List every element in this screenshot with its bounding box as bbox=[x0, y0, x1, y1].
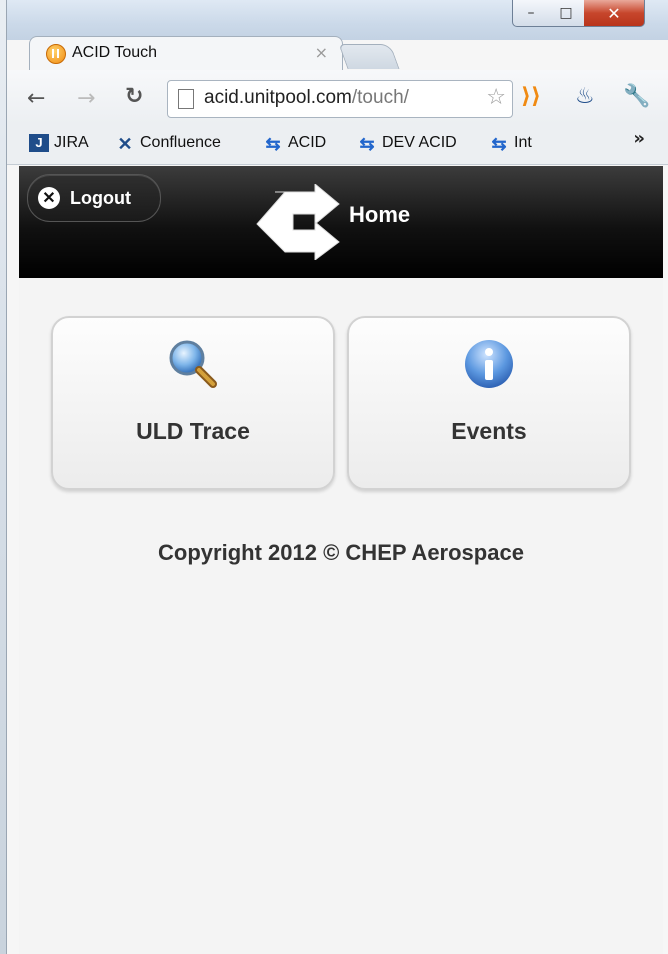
bookmarks-bar bbox=[7, 124, 668, 165]
bookmark-label: Int bbox=[514, 134, 532, 151]
close-icon: ✕ bbox=[607, 3, 621, 23]
browser-window: – □ ✕ ACID Touch × ← → ↻ acid.unitpool.c… bbox=[6, 0, 668, 954]
bookmark-acid[interactable]: ⇆ ACID bbox=[263, 132, 326, 154]
logout-label: Logout bbox=[70, 187, 131, 208]
copyright-text: Copyright 2012 © CHEP Aerospace bbox=[158, 540, 524, 565]
bookmark-label: Confluence bbox=[140, 134, 221, 151]
close-window-button[interactable]: ✕ bbox=[584, 0, 645, 27]
bookmark-confluence[interactable]: ✕ Confluence bbox=[115, 132, 221, 154]
minimize-icon: – bbox=[527, 5, 535, 21]
forward-arrow-icon[interactable]: → bbox=[77, 86, 95, 111]
bookmark-int[interactable]: ⇆ Int bbox=[489, 132, 532, 154]
logout-button[interactable]: ✕ Logout bbox=[27, 174, 161, 222]
tab-close-icon[interactable]: × bbox=[315, 43, 328, 62]
info-icon bbox=[465, 340, 513, 388]
maximize-icon: □ bbox=[559, 5, 573, 21]
bookmark-dev-acid[interactable]: ⇆ DEV ACID bbox=[357, 132, 457, 154]
url-host: acid.unitpool.com bbox=[204, 87, 352, 108]
acid-icon: ⇆ bbox=[265, 134, 281, 154]
jira-icon: J bbox=[29, 134, 49, 152]
extension-flame-icon[interactable]: ♨ bbox=[575, 84, 595, 109]
rss-icon[interactable]: ⟩⟩ bbox=[521, 84, 541, 109]
main-content: ULD Trace Events Copyright 2012 © CHEP A… bbox=[19, 278, 663, 954]
uld-trace-button[interactable]: ULD Trace bbox=[51, 316, 335, 490]
browser-tab[interactable]: ACID Touch × bbox=[29, 36, 343, 71]
acid-logo-icon bbox=[256, 184, 340, 260]
bookmark-label: DEV ACID bbox=[382, 134, 457, 151]
bookmark-label: ACID bbox=[288, 134, 327, 151]
url-path: /touch/ bbox=[351, 87, 409, 108]
bookmarks-more-icon[interactable]: » bbox=[633, 128, 645, 149]
page-icon bbox=[178, 89, 194, 109]
bookmark-label: JIRA bbox=[54, 134, 89, 151]
address-bar[interactable]: acid.unitpool.com/touch/ ☆ bbox=[167, 80, 513, 118]
minimize-button[interactable]: – bbox=[512, 0, 550, 27]
app-header: ✕ Logout Home bbox=[19, 166, 663, 278]
acid-icon: ⇆ bbox=[359, 134, 375, 154]
events-button[interactable]: Events bbox=[347, 316, 631, 490]
confluence-icon: ✕ bbox=[117, 134, 133, 154]
acid-icon: ⇆ bbox=[491, 134, 507, 154]
close-circle-icon: ✕ bbox=[38, 187, 60, 209]
bookmark-star-icon[interactable]: ☆ bbox=[486, 85, 506, 110]
acid-favicon-icon bbox=[46, 44, 66, 64]
maximize-button[interactable]: □ bbox=[548, 0, 585, 27]
magnifier-icon bbox=[169, 340, 217, 388]
page-title: Home bbox=[349, 202, 411, 227]
new-tab-button[interactable] bbox=[338, 44, 400, 69]
wrench-icon[interactable]: 🔧 bbox=[623, 84, 650, 109]
tile-label: ULD Trace bbox=[136, 418, 250, 444]
tab-title: ACID Touch bbox=[72, 44, 158, 61]
back-arrow-icon[interactable]: ← bbox=[27, 86, 45, 111]
bookmark-jira[interactable]: J JIRA bbox=[29, 132, 89, 154]
tile-label: Events bbox=[451, 418, 527, 444]
reload-icon[interactable]: ↻ bbox=[125, 84, 143, 109]
